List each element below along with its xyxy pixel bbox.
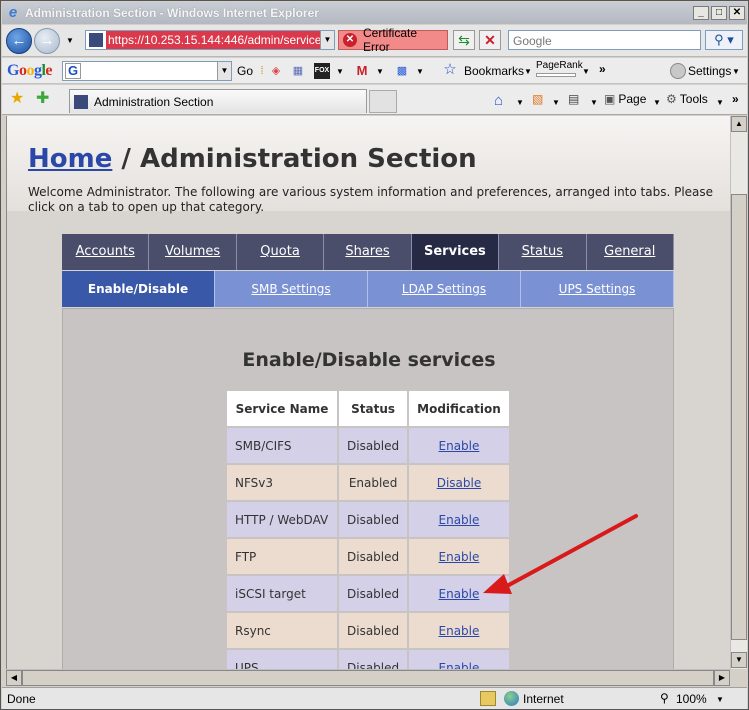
- news-icon[interactable]: ◈: [268, 63, 284, 79]
- settings-button[interactable]: Settings: [688, 64, 731, 78]
- home-icon[interactable]: ⌂: [494, 92, 503, 109]
- zone-label: Internet: [523, 692, 564, 706]
- address-bar[interactable]: https://10.253.15.144:446/admin/services…: [85, 30, 335, 50]
- certificate-error-label: Certificate Error: [363, 26, 418, 54]
- google-g-icon: G: [65, 63, 81, 79]
- page-dropdown-icon[interactable]: ▼: [653, 98, 661, 107]
- internet-globe-icon: [504, 691, 519, 706]
- vertical-scrollbar[interactable]: ▲ ▼: [730, 116, 747, 669]
- certificate-error-button[interactable]: ✕ Certificate Error: [338, 26, 448, 54]
- add-favorites-icon[interactable]: ✚: [36, 89, 49, 109]
- window-title: Administration Section - Windows Interne…: [25, 6, 319, 20]
- new-tab-button[interactable]: [369, 90, 397, 113]
- pagerank-label[interactable]: PageRank: [536, 60, 583, 71]
- page-menu[interactable]: ▣ Page: [604, 92, 646, 106]
- back-button[interactable]: ←: [6, 28, 32, 54]
- tab-title: Administration Section: [94, 94, 214, 109]
- refresh-button[interactable]: ⇆: [453, 30, 475, 50]
- bookmarks-button[interactable]: Bookmarks: [464, 64, 524, 78]
- minimize-button[interactable]: _: [693, 6, 709, 20]
- pagerank-dropdown-icon[interactable]: ▼: [582, 67, 590, 76]
- scroll-up-icon[interactable]: ▲: [731, 116, 747, 132]
- page-icon: ▣: [604, 92, 616, 106]
- toolbar-overflow-chevron-icon[interactable]: »: [599, 62, 606, 76]
- close-window-button[interactable]: ✕: [729, 6, 745, 20]
- protected-mode-icon: [480, 691, 496, 706]
- page-menu-label: Page: [618, 92, 647, 106]
- command-overflow-chevron-icon[interactable]: »: [732, 92, 739, 106]
- google-go-button[interactable]: Go: [237, 64, 253, 78]
- shield-error-icon: ✕: [343, 33, 357, 47]
- translate-dropdown-icon[interactable]: ▼: [416, 67, 424, 76]
- print-icon[interactable]: ▤: [568, 92, 579, 106]
- favorites-star-icon[interactable]: ★: [10, 89, 24, 109]
- search-button[interactable]: ⚲ ▾: [705, 30, 743, 50]
- home-dropdown-icon[interactable]: ▼: [516, 98, 524, 107]
- title-bar: e Administration Section - Windows Inter…: [2, 2, 747, 24]
- annotation-arrow: [483, 514, 638, 594]
- scroll-left-icon[interactable]: ◀: [6, 670, 22, 686]
- google-search-input[interactable]: G ▼: [62, 61, 232, 81]
- status-text: Done: [7, 692, 36, 706]
- settings-dropdown-icon[interactable]: ▼: [732, 67, 740, 76]
- rss-icon[interactable]: ▦: [290, 63, 306, 79]
- zoom-level[interactable]: 100%: [676, 692, 707, 706]
- google-search-dropdown-icon[interactable]: ▼: [217, 62, 231, 80]
- scroll-right-icon[interactable]: ▶: [714, 670, 730, 686]
- horizontal-scrollbar-thumb[interactable]: [22, 670, 714, 686]
- tools-menu[interactable]: ⚙ Tools: [666, 92, 708, 106]
- gmail-dropdown-icon[interactable]: ▼: [376, 67, 384, 76]
- scroll-down-icon[interactable]: ▼: [731, 652, 747, 668]
- browser-window: e Administration Section - Windows Inter…: [0, 0, 749, 710]
- google-toolbar: Google G ▼ Go ⁞ ◈ ▦ FOX ▼ M ▼ ▩ ▼ ☆ Book…: [2, 58, 747, 84]
- feeds-dropdown-icon[interactable]: ▼: [552, 98, 560, 107]
- recent-pages-dropdown-icon[interactable]: ▼: [66, 36, 74, 45]
- bookmark-star-icon: ☆: [443, 61, 457, 78]
- bookmarks-dropdown-icon[interactable]: ▼: [524, 67, 532, 76]
- zoom-icon: ⚲: [660, 691, 669, 705]
- gmail-icon[interactable]: M: [354, 63, 370, 79]
- page-content: Home / Administration Section Welcome Ad…: [6, 116, 730, 669]
- status-bar: Done Internet ⚲ 100% ▼: [2, 687, 747, 709]
- address-input[interactable]: https://10.253.15.144:446/admin/services…: [106, 31, 320, 49]
- scrollbar-thumb[interactable]: [731, 194, 747, 640]
- page-favicon-icon: [89, 33, 103, 47]
- gear-icon: ⚙: [666, 92, 677, 106]
- feeds-icon[interactable]: ▧: [532, 92, 543, 106]
- horizontal-scrollbar[interactable]: ◀ ▶: [6, 669, 730, 686]
- pagerank-bar: [536, 73, 576, 77]
- search-input[interactable]: Google: [508, 30, 701, 50]
- fox-dropdown-icon[interactable]: ▼: [336, 67, 344, 76]
- tab-favicon-icon: [74, 94, 88, 109]
- settings-wrench-icon: [670, 63, 686, 79]
- navigation-bar: ← → ▼ https://10.253.15.144:446/admin/se…: [2, 25, 747, 57]
- google-logo: Google: [7, 61, 53, 79]
- address-dropdown-icon[interactable]: ▼: [320, 31, 334, 49]
- favorites-tab-bar: ★ ✚ Administration Section ⌂ ▼ ▧ ▼ ▤ ▼ ▣…: [2, 85, 747, 115]
- tools-menu-label: Tools: [679, 92, 708, 106]
- browser-tab[interactable]: Administration Section: [69, 89, 367, 113]
- forward-button[interactable]: →: [34, 28, 60, 54]
- tools-dropdown-icon[interactable]: ▼: [716, 98, 724, 107]
- stop-button[interactable]: ✕: [479, 30, 501, 50]
- zoom-dropdown-icon[interactable]: ▼: [716, 695, 724, 704]
- fox-icon[interactable]: FOX: [314, 63, 330, 79]
- maximize-button[interactable]: □: [711, 6, 727, 20]
- translate-icon[interactable]: ▩: [394, 63, 410, 79]
- print-dropdown-icon[interactable]: ▼: [590, 98, 598, 107]
- ie-logo-icon: e: [8, 4, 18, 21]
